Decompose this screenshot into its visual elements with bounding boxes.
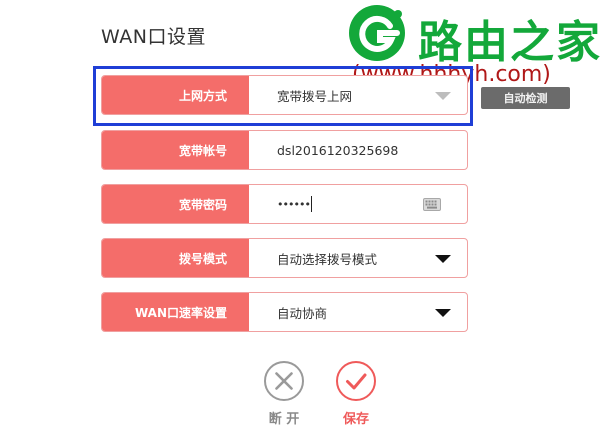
close-icon — [264, 361, 304, 401]
connection-type-label: 上网方式 — [102, 76, 249, 114]
disconnect-label: 断 开 — [268, 412, 300, 427]
dial-mode-row[interactable]: 拨号模式 自动选择拨号模式 — [101, 238, 468, 278]
chevron-down-icon — [435, 92, 451, 100]
dial-mode-select[interactable]: 自动选择拨号模式 — [249, 239, 467, 277]
broadband-password-value: •••••• — [277, 197, 311, 211]
chevron-down-icon — [435, 309, 451, 317]
connection-type-row[interactable]: 上网方式 宽带拨号上网 — [101, 75, 468, 115]
checkmark-icon — [336, 361, 376, 401]
broadband-password-input[interactable]: •••••• — [249, 185, 467, 223]
save-label: 保存 — [342, 412, 369, 427]
dial-mode-label: 拨号模式 — [102, 239, 249, 277]
broadband-password-row: 宽带密码 •••••• — [101, 184, 468, 224]
broadband-account-row: 宽带帐号 dsl2016120325698 — [101, 130, 468, 170]
auto-detect-button[interactable]: 自动检测 — [481, 87, 570, 109]
watermark-site-name: 路由之家 — [418, 17, 600, 68]
chevron-down-icon — [435, 255, 451, 263]
text-cursor — [310, 196, 312, 212]
keyboard-icon[interactable] — [423, 198, 441, 211]
broadband-account-label: 宽带帐号 — [102, 131, 249, 169]
page-title: WAN口设置 — [101, 26, 206, 48]
disconnect-button[interactable]: 断 开 — [261, 360, 307, 427]
broadband-account-input[interactable]: dsl2016120325698 — [249, 131, 467, 169]
broadband-account-value: dsl2016120325698 — [277, 142, 399, 158]
wan-speed-label: WAN口速率设置 — [102, 293, 249, 331]
dial-mode-value: 自动选择拨号模式 — [277, 251, 378, 267]
watermark-logo-icon — [349, 5, 405, 61]
connection-type-value: 宽带拨号上网 — [277, 88, 353, 104]
wan-speed-value: 自动协商 — [277, 305, 328, 321]
wan-speed-row[interactable]: WAN口速率设置 自动协商 — [101, 292, 468, 332]
broadband-password-label: 宽带密码 — [102, 185, 249, 223]
connection-type-select[interactable]: 宽带拨号上网 — [249, 76, 467, 114]
save-button[interactable]: 保存 — [333, 360, 379, 427]
wan-speed-select[interactable]: 自动协商 — [249, 293, 467, 331]
